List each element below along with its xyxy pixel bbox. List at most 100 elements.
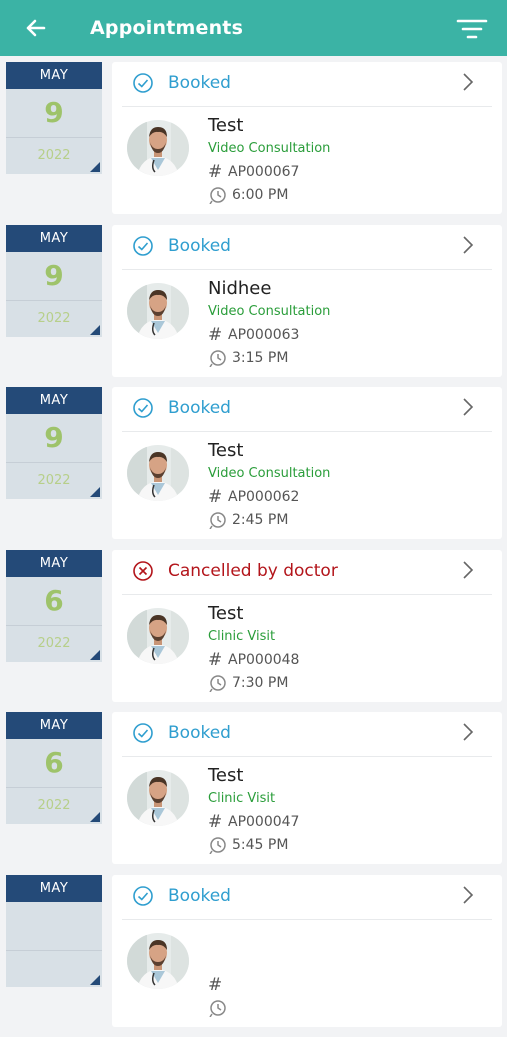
clock-icon [208,349,228,367]
appointment-id-line: #AP000063 [208,325,299,345]
date-year: 2022 [6,463,102,499]
status-row: Booked [132,235,482,259]
appointment-row: MAY 6 2022 Booked [0,712,507,875]
chevron-right-icon[interactable] [460,721,476,743]
date-day: 9 [6,414,102,463]
divider [122,106,492,107]
page-title: Appointments [90,14,243,42]
date-year: 2022 [6,138,102,174]
appointment-id: AP000047 [228,814,299,830]
appointment-id-line: #AP000062 [208,487,299,507]
divider [122,919,492,920]
appointment-list: MAY 9 2022 Booked [0,62,507,1037]
clock-icon [208,674,228,692]
status-label: Booked [168,235,231,257]
chevron-right-icon[interactable] [460,234,476,256]
visit-type: Clinic Visit [208,628,275,646]
check-circle-icon [132,397,154,419]
status-row: Booked [132,397,482,421]
date-year [6,951,102,987]
check-circle-icon [132,235,154,257]
date-day: 9 [6,252,102,301]
divider [122,269,492,270]
date-card: MAY 9 2022 [6,225,102,337]
doctor-avatar [127,933,189,989]
appointment-card[interactable]: Cancelled by doctor [112,550,502,702]
date-card: MAY 9 2022 [6,387,102,499]
doctor-name: Test [208,114,243,138]
chevron-right-icon[interactable] [460,71,476,93]
date-month: MAY [6,550,102,577]
appointment-id-line: #AP000067 [208,162,299,182]
chevron-right-icon[interactable] [460,396,476,418]
date-day: 9 [6,89,102,138]
divider [122,431,492,432]
appointment-time: 3:15 PM [232,350,288,366]
date-month: MAY [6,225,102,252]
check-circle-icon [132,885,154,907]
doctor-avatar [127,445,189,501]
status-row: Booked [132,72,482,96]
appointment-time: 5:45 PM [232,837,288,853]
appointment-id-line: #AP000048 [208,650,299,670]
appointment-row: MAY 6 2022 Cancelled by doctor [0,550,507,713]
clock-icon [208,836,228,854]
date-year: 2022 [6,301,102,337]
appointment-id: AP000063 [228,327,299,343]
status-label: Booked [168,885,231,907]
filter-icon[interactable] [456,16,488,44]
visit-type: Clinic Visit [208,790,275,808]
status-row: Cancelled by doctor [132,560,482,584]
doctor-name: Test [208,764,243,788]
appointment-id: AP000048 [228,652,299,668]
appointment-time-line: 3:15 PM [208,348,288,368]
arrow-left-icon[interactable] [22,14,50,42]
clock-icon [208,511,228,529]
appointment-row: MAY 9 2022 Booked [0,62,507,225]
appointment-card[interactable]: Booked Nidhee [112,225,502,377]
check-circle-icon [132,72,154,94]
status-row: Booked [132,885,482,909]
chevron-right-icon[interactable] [460,884,476,906]
visit-type: Video Consultation [208,303,330,321]
date-card: MAY 6 2022 [6,550,102,662]
date-month: MAY [6,387,102,414]
cancel-circle-icon [132,560,154,582]
appointment-time: 7:30 PM [232,675,288,691]
appointment-card[interactable]: Booked [112,875,502,1027]
appointment-id-line: # [208,975,228,995]
appointment-id-line: #AP000047 [208,812,299,832]
date-day [6,902,102,951]
clock-icon [208,999,228,1017]
hash-icon: # [208,975,228,995]
app-header: Appointments [0,0,507,56]
doctor-avatar [127,608,189,664]
visit-type: Video Consultation [208,465,330,483]
appointment-row: MAY Booked [0,875,507,1037]
doctor-name: Test [208,602,243,626]
calendar-corner-icon [90,487,100,497]
appointment-time: 2:45 PM [232,512,288,528]
appointment-id: AP000067 [228,164,299,180]
appointment-card[interactable]: Booked Test [112,387,502,539]
chevron-right-icon[interactable] [460,559,476,581]
appointment-row: MAY 9 2022 Booked [0,225,507,388]
calendar-corner-icon [90,975,100,985]
date-card: MAY 9 2022 [6,62,102,174]
status-row: Booked [132,722,482,746]
hash-icon: # [208,162,228,182]
hash-icon: # [208,487,228,507]
doctor-avatar [127,770,189,826]
appointment-card[interactable]: Booked Test [112,62,502,214]
date-card: MAY [6,875,102,987]
appointment-time-line: 5:45 PM [208,835,288,855]
date-month: MAY [6,712,102,739]
appointment-card[interactable]: Booked Test [112,712,502,864]
appointment-row: MAY 9 2022 Booked [0,387,507,550]
appointment-time: 6:00 PM [232,187,288,203]
visit-type: Video Consultation [208,140,330,158]
status-label: Booked [168,397,231,419]
appointment-time-line: 2:45 PM [208,510,288,530]
hash-icon: # [208,650,228,670]
calendar-corner-icon [90,650,100,660]
